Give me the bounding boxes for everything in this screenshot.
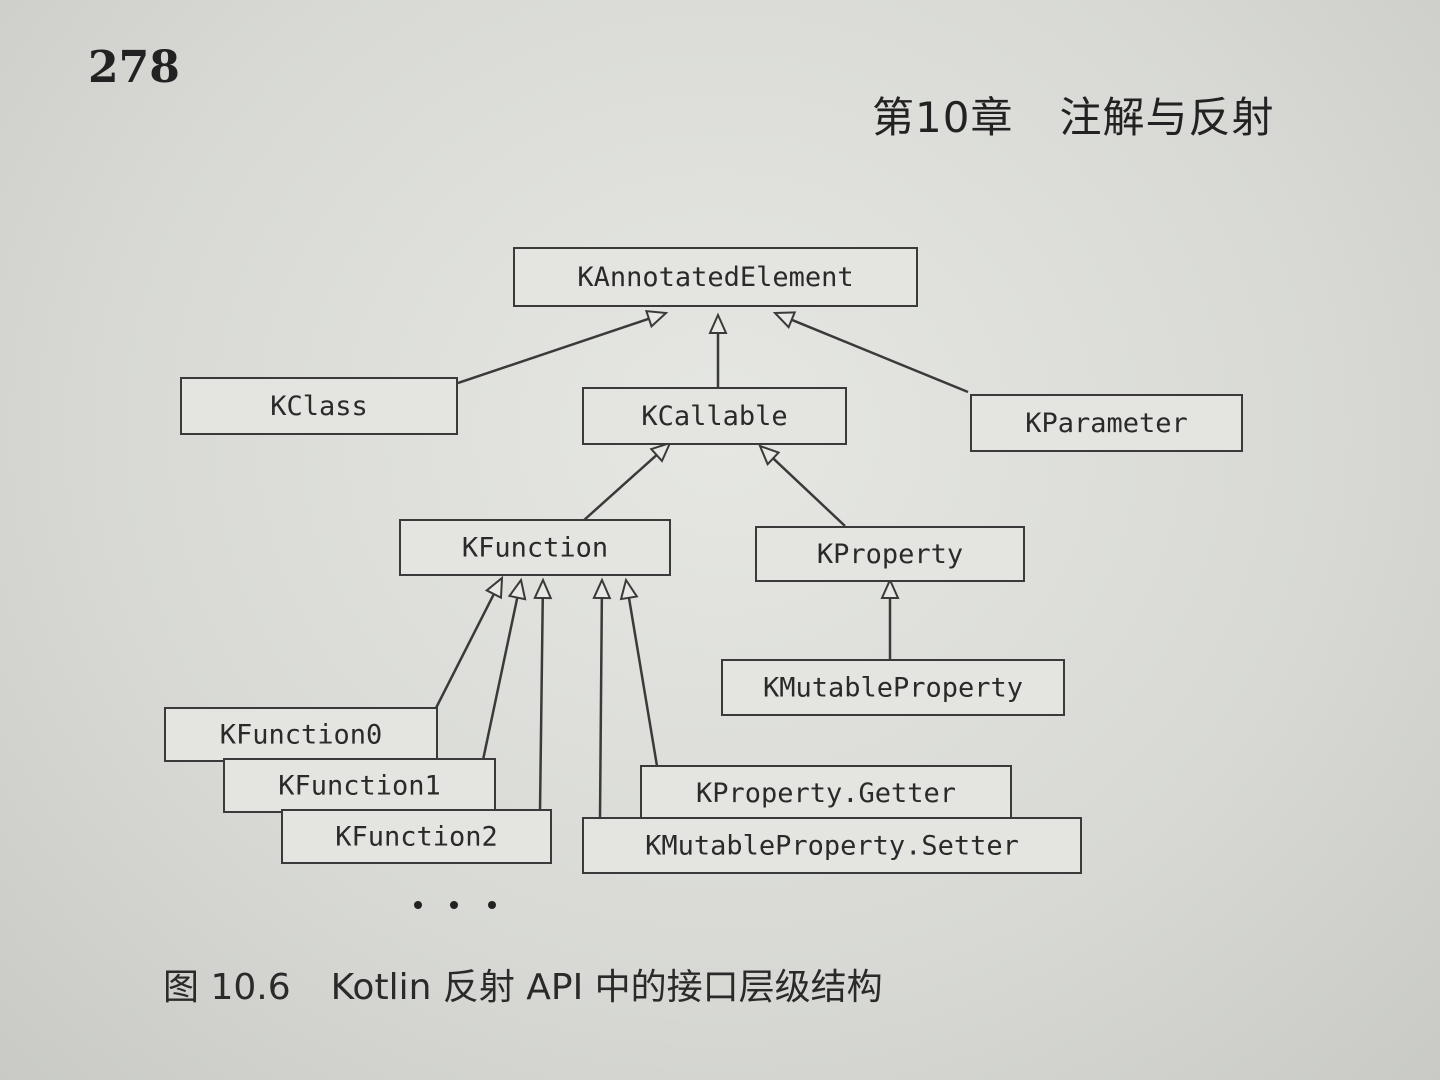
node-kclass: KClass xyxy=(180,377,458,435)
edge-kparameter-to-kannotated-arrowhead xyxy=(772,311,797,330)
node-label: KParameter xyxy=(1025,408,1188,439)
edge-kfunction0-to-kfunction xyxy=(434,593,495,709)
figure-number: 图 10.6 xyxy=(163,967,291,1008)
node-label: KMutableProperty.Setter xyxy=(645,831,1019,862)
node-label: KFunction xyxy=(462,533,608,564)
edge-kproperty_getter-to-kfunction-arrowhead xyxy=(619,577,639,601)
continuation-ellipsis xyxy=(414,901,496,909)
node-label: KAnnotatedElement xyxy=(577,262,853,293)
edge-kfunction2-to-kfunction xyxy=(538,597,545,812)
ellipsis-dot xyxy=(450,901,458,909)
figure-title: Kotlin 反射 API 中的接口层级结构 xyxy=(330,967,883,1008)
edge-kfunction0-to-kfunction-arrowhead xyxy=(484,575,504,600)
node-label: KMutableProperty xyxy=(763,673,1023,704)
node-kproperty: KProperty xyxy=(755,526,1025,582)
edge-kmutableproperty_setter-to-kfunction xyxy=(598,597,604,819)
edge-kparameter-to-kannotated xyxy=(791,318,969,394)
node-kannotated: KAnnotatedElement xyxy=(513,247,918,307)
node-label: KFunction0 xyxy=(220,720,383,751)
node-label: KFunction1 xyxy=(278,771,441,802)
node-kfunction0: KFunction0 xyxy=(164,707,438,762)
node-label: KProperty xyxy=(817,539,963,570)
node-kparameter: KParameter xyxy=(970,394,1243,452)
node-kproperty_getter: KProperty.Getter xyxy=(640,765,1012,821)
edge-kfunction2-to-kfunction-arrowhead xyxy=(533,577,553,600)
node-label: KCallable xyxy=(641,401,787,432)
interface-nodes: KAnnotatedElement KClass KCallable KParamet… xyxy=(164,247,1243,874)
edge-kproperty-to-kcallable xyxy=(772,457,846,527)
edge-kmutableproperty_setter-to-kfunction-arrowhead xyxy=(592,577,612,600)
edge-kmutableproperty-to-kproperty-arrowhead xyxy=(880,577,900,599)
node-kcallable: KCallable xyxy=(582,387,847,445)
interface-hierarchy-diagram: KAnnotatedElement KClass KCallable KParamet… xyxy=(164,247,1243,909)
edge-kfunction-to-kcallable xyxy=(582,454,658,522)
edge-kclass-to-kannotated xyxy=(454,317,650,386)
node-kmutableproperty: KMutableProperty xyxy=(721,659,1065,716)
ellipsis-dot xyxy=(414,901,422,909)
node-label: KFunction2 xyxy=(335,822,498,853)
edge-kcallable-to-kannotated-arrowhead xyxy=(708,312,728,334)
figure-caption: 图 10.6 Kotlin 反射 API 中的接口层级结构 xyxy=(163,958,883,1010)
edge-kproperty_getter-to-kfunction xyxy=(627,597,659,767)
ellipsis-dot xyxy=(488,901,496,909)
node-kfunction2: KFunction2 xyxy=(281,809,552,864)
node-kfunction1: KFunction1 xyxy=(223,758,496,813)
node-label: KClass xyxy=(270,391,368,422)
node-kfunction: KFunction xyxy=(399,519,671,576)
node-label: KProperty.Getter xyxy=(696,778,956,809)
book-page: 278 第10章 注解与反射 KAnnotatedElement KClass KCa… xyxy=(0,0,1440,1080)
edge-kclass-to-kannotated-arrowhead xyxy=(644,310,669,329)
edge-kfunction1-to-kfunction-arrowhead xyxy=(507,577,527,601)
node-kmutableproperty_setter: KMutableProperty.Setter xyxy=(582,817,1082,874)
edge-kfunction1-to-kfunction xyxy=(481,597,519,761)
